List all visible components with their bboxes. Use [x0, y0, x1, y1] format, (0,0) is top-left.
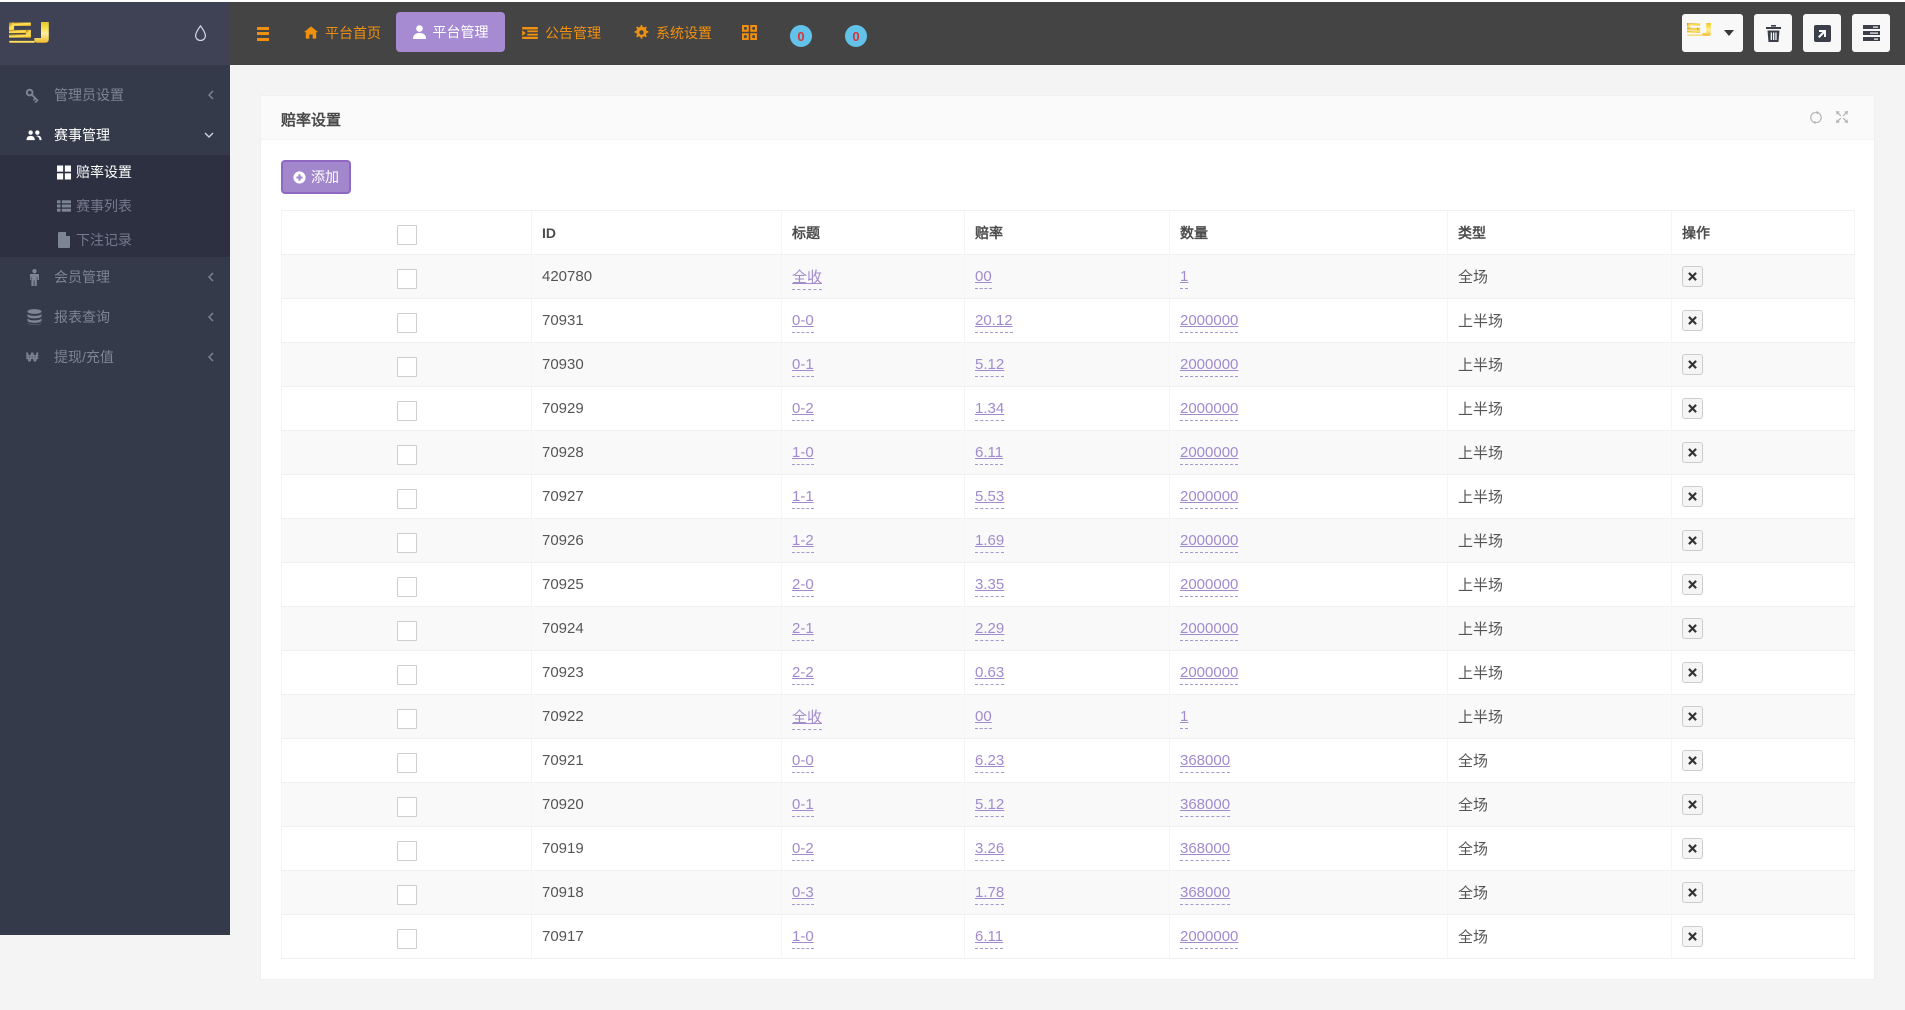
svg-text:₩: ₩	[26, 350, 39, 364]
